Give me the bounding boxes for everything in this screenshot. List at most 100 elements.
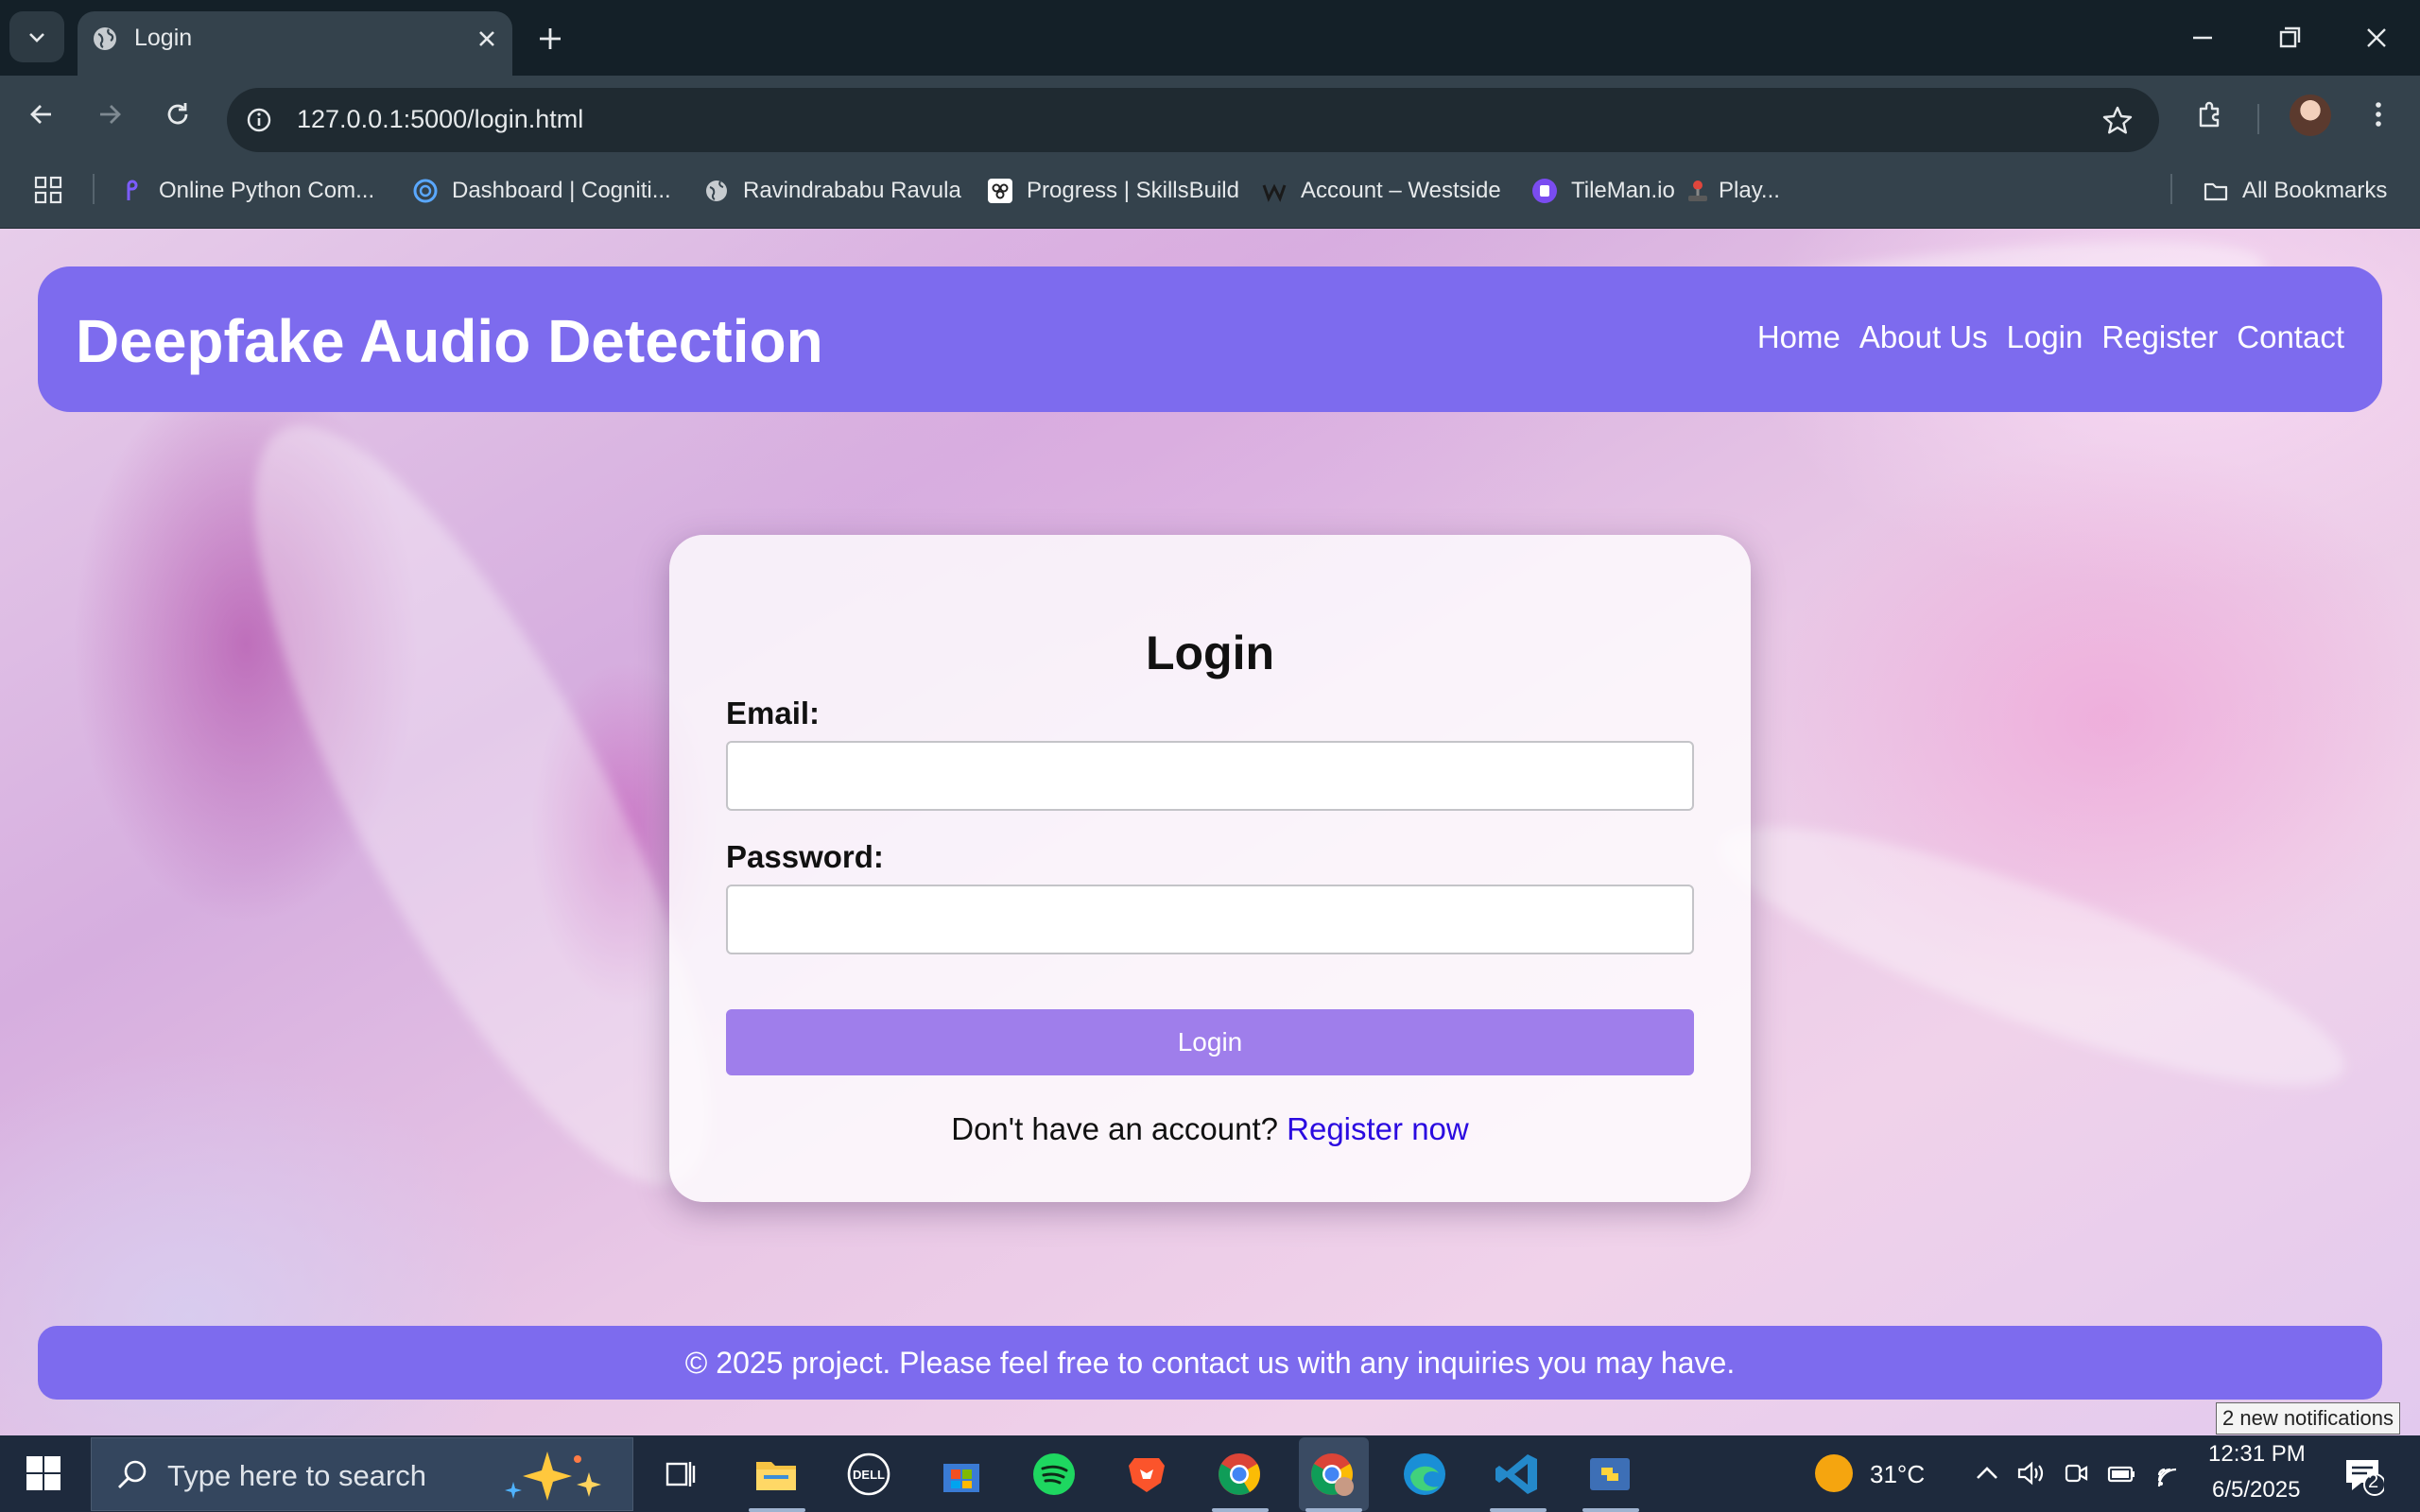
- bookmark-star-icon[interactable]: [2099, 101, 2136, 139]
- running-indicator: [1582, 1508, 1639, 1512]
- bookmarks-divider: [93, 174, 95, 204]
- chevron-up-icon[interactable]: [1972, 1458, 2002, 1488]
- edge-icon[interactable]: [1399, 1449, 1450, 1500]
- forward-icon[interactable]: [91, 95, 129, 133]
- clock-date[interactable]: 6/5/2025: [2212, 1477, 2300, 1503]
- nav-contact-link[interactable]: Contact: [2237, 319, 2344, 355]
- email-label: Email:: [726, 696, 821, 730]
- nav-login-link[interactable]: Login: [2007, 319, 2083, 355]
- bookmark-online-python[interactable]: Online Python Com...: [119, 172, 374, 210]
- bookmark-label: Play...: [1719, 178, 1780, 203]
- battery-icon[interactable]: [2106, 1458, 2136, 1488]
- cognitive-class-icon: [413, 179, 438, 203]
- url-text[interactable]: 127.0.0.1:5000/login.html: [297, 105, 583, 134]
- login-card: Login Email: Password: Login Don't have …: [669, 535, 1751, 1202]
- new-tab-icon[interactable]: [532, 21, 568, 57]
- chrome-icon[interactable]: [1214, 1449, 1265, 1500]
- joystick-icon: [1688, 180, 1707, 201]
- profile-avatar[interactable]: [2290, 94, 2331, 136]
- svg-text:DELL: DELL: [853, 1468, 885, 1482]
- password-label: Password:: [726, 839, 884, 874]
- site-info-icon[interactable]: [242, 103, 276, 137]
- running-indicator: [749, 1508, 805, 1512]
- volume-icon[interactable]: [2015, 1458, 2046, 1488]
- file-explorer-icon[interactable]: [751, 1449, 802, 1500]
- taskbar-search-placeholder: Type here to search: [167, 1459, 426, 1492]
- bookmark-ravindrababu[interactable]: Ravindrababu Ravula: [703, 172, 961, 210]
- bookmark-skillsbuild[interactable]: Progress | SkillsBuild: [987, 172, 1239, 210]
- python-icon[interactable]: [1584, 1449, 1635, 1500]
- skillsbuild-icon: [988, 179, 1012, 203]
- dell-icon[interactable]: DELL: [843, 1449, 894, 1500]
- brave-icon[interactable]: [1121, 1449, 1172, 1500]
- password-field[interactable]: [726, 885, 1694, 954]
- tab-title: Login: [134, 25, 193, 51]
- email-field[interactable]: [726, 741, 1694, 811]
- close-window-icon[interactable]: [2358, 19, 2395, 57]
- running-indicator: [1212, 1508, 1269, 1512]
- all-bookmarks-button[interactable]: All Bookmarks: [2203, 172, 2387, 210]
- notification-count-badge: 2: [2368, 1471, 2379, 1492]
- westside-icon: [1262, 183, 1287, 202]
- bookmark-dashboard-cognitive[interactable]: Dashboard | Cogniti...: [412, 172, 671, 210]
- tab-search-button[interactable]: [9, 11, 64, 62]
- minimize-icon[interactable]: [2184, 19, 2221, 57]
- login-button[interactable]: Login: [726, 1009, 1694, 1075]
- search-highlight-sparkle-icon: [505, 1452, 601, 1501]
- bookmark-label: Ravindrababu Ravula: [743, 178, 961, 203]
- tileman-icon: [1532, 179, 1557, 203]
- address-bar[interactable]: 127.0.0.1:5000/login.html: [227, 88, 2159, 152]
- restore-icon[interactable]: [2271, 19, 2308, 57]
- active-tab[interactable]: Login: [78, 11, 512, 76]
- bookmark-label: Online Python Com...: [159, 178, 375, 203]
- bookmark-tileman[interactable]: TileMan.io: [1531, 172, 1675, 210]
- signup-prompt-text: Don't have an account?: [951, 1111, 1278, 1146]
- taskbar-search-box[interactable]: Type here to search: [91, 1437, 633, 1511]
- close-tab-icon[interactable]: [473, 25, 501, 53]
- bookmark-westside[interactable]: Account – Westside: [1261, 172, 1501, 210]
- task-view-icon[interactable]: [654, 1449, 705, 1500]
- wifi-icon[interactable]: [2155, 1458, 2186, 1488]
- bookmark-label: Account – Westside: [1301, 178, 1501, 203]
- back-icon[interactable]: [23, 95, 60, 133]
- chrome-profile-icon[interactable]: [1306, 1449, 1357, 1500]
- spotify-icon[interactable]: [1028, 1449, 1080, 1500]
- bookmark-label: Progress | SkillsBuild: [1027, 178, 1239, 203]
- toolbar-divider: [2257, 104, 2259, 134]
- meet-now-icon[interactable]: [2061, 1458, 2091, 1488]
- nav-register-link[interactable]: Register: [2101, 319, 2218, 355]
- site-header: Deepfake Audio Detection Home About Us L…: [38, 266, 2382, 412]
- more-menu-icon[interactable]: [2360, 95, 2397, 133]
- globe-icon: [706, 180, 727, 201]
- bookmark-play[interactable]: Play...: [1685, 172, 1780, 210]
- signup-prompt: Don't have an account? Register now: [669, 1111, 1751, 1147]
- nav-about-link[interactable]: About Us: [1859, 319, 1988, 355]
- chevron-down-icon: [29, 33, 44, 43]
- apps-grid-icon[interactable]: [32, 174, 64, 206]
- login-heading: Login: [1145, 627, 1275, 679]
- footer-text: © 2025 project. Please feel free to cont…: [684, 1345, 1736, 1380]
- site-nav: Home About Us Login Register Contact: [1757, 319, 2344, 355]
- nav-home-link[interactable]: Home: [1757, 319, 1841, 355]
- tab-strip: Login: [0, 0, 2420, 76]
- folder-icon: [2204, 182, 2228, 201]
- search-icon: [118, 1460, 147, 1488]
- windows-start-icon[interactable]: [25, 1454, 62, 1492]
- weather-temperature[interactable]: 31°C: [1870, 1460, 1925, 1489]
- weather-sun-icon[interactable]: [1815, 1454, 1853, 1492]
- notification-tooltip: 2 new notifications: [2216, 1402, 2400, 1435]
- microsoft-store-icon[interactable]: [936, 1449, 987, 1500]
- page-viewport: Deepfake Audio Detection Home About Us L…: [0, 229, 2420, 1435]
- extensions-icon[interactable]: [2191, 95, 2229, 133]
- background-streak: [1699, 781, 2366, 1132]
- site-title: Deepfake Audio Detection: [76, 307, 823, 375]
- python-logo-icon: [127, 180, 138, 200]
- clock-time[interactable]: 12:31 PM: [2208, 1441, 2306, 1468]
- site-footer: © 2025 project. Please feel free to cont…: [38, 1326, 2382, 1400]
- register-now-link[interactable]: Register now: [1287, 1111, 1469, 1146]
- browser-toolbar: 127.0.0.1:5000/login.html: [0, 76, 2420, 153]
- reload-icon[interactable]: [159, 95, 197, 133]
- bookmark-label: TileMan.io: [1571, 178, 1675, 203]
- all-bookmarks-label: All Bookmarks: [2242, 178, 2388, 203]
- vscode-icon[interactable]: [1492, 1449, 1543, 1500]
